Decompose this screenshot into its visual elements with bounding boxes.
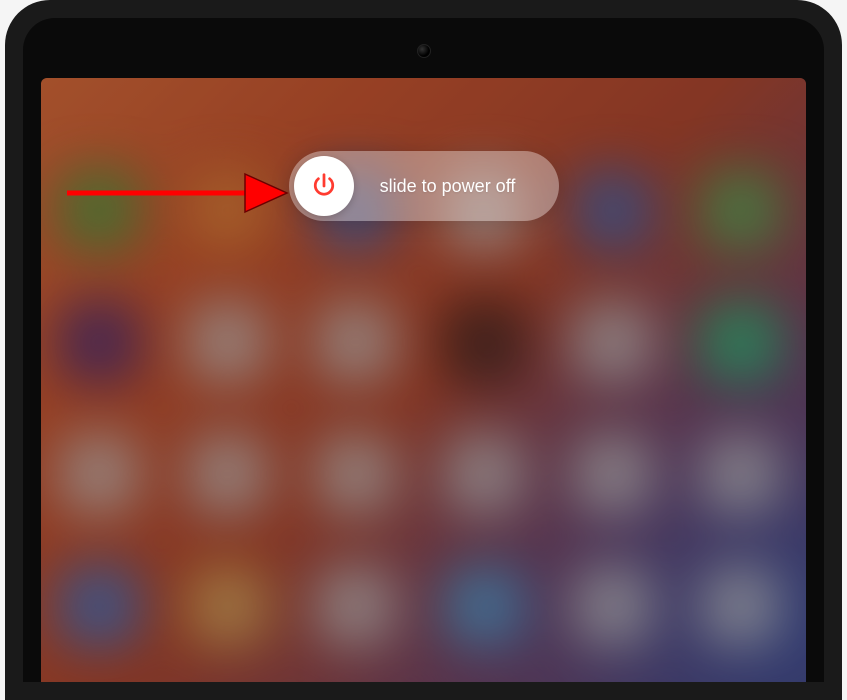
ipad-bezel: slide to power off [23, 18, 824, 682]
power-off-slider-track[interactable]: slide to power off [289, 151, 559, 221]
front-camera [417, 44, 431, 58]
arrow-icon [65, 168, 290, 218]
power-icon [309, 171, 339, 201]
power-off-label: slide to power off [354, 176, 554, 197]
power-off-slider-knob[interactable] [294, 156, 354, 216]
ipad-device-frame: slide to power off [5, 0, 842, 700]
annotation-arrow [65, 168, 290, 223]
